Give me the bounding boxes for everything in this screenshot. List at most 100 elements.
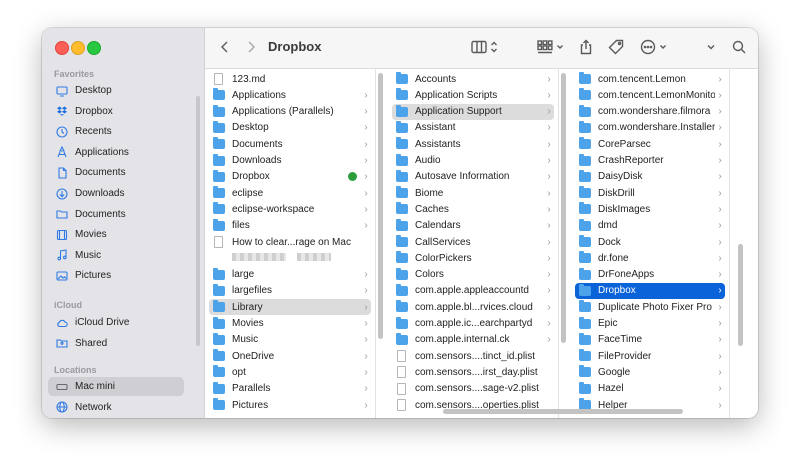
chevron-right-icon: ›: [547, 138, 551, 150]
sidebar-item-shared[interactable]: Shared: [48, 334, 184, 353]
sidebar-item-movies[interactable]: Movies: [48, 225, 184, 244]
folder-icon: [395, 186, 409, 199]
file-row[interactable]: Desktop ›: [209, 120, 371, 136]
file-row[interactable]: com.sensors....irst_day.plist: [392, 364, 554, 380]
column-1-scrollbar[interactable]: [378, 73, 383, 339]
sidebar-item-documents[interactable]: Documents: [48, 163, 184, 182]
file-row[interactable]: Documents ›: [209, 136, 371, 152]
file-row[interactable]: Autosave Information ›: [392, 169, 554, 185]
overflow-button[interactable]: [704, 37, 718, 57]
sidebar-item-pictures[interactable]: Pictures: [48, 266, 184, 285]
file-row[interactable]: Epic ›: [575, 316, 725, 332]
file-row[interactable]: Accounts ›: [392, 71, 554, 87]
file-row[interactable]: Assistant ›: [392, 120, 554, 136]
sidebar-item-network[interactable]: Network: [48, 398, 184, 417]
more-actions-button[interactable]: [638, 37, 668, 57]
view-mode-button[interactable]: [467, 37, 501, 57]
sidebar-item-label: iCloud Drive: [75, 317, 130, 328]
file-row[interactable]: com.apple.appleaccountd ›: [392, 283, 554, 299]
horizontal-scrollbar[interactable]: [443, 409, 683, 414]
file-row[interactable]: CoreParsec ›: [575, 136, 725, 152]
sidebar-item-documents[interactable]: Documents: [48, 205, 184, 224]
file-row[interactable]: Caches ›: [392, 201, 554, 217]
column-1[interactable]: 123.md Applications › Applications (Paralle…: [205, 69, 376, 418]
file-row[interactable]: files ›: [209, 218, 371, 234]
file-row[interactable]: Pictures ›: [209, 397, 371, 413]
file-row[interactable]: CallServices ›: [392, 234, 554, 250]
file-row[interactable]: largefiles ›: [209, 283, 371, 299]
file-row[interactable]: Google ›: [575, 364, 725, 380]
file-row[interactable]: opt ›: [209, 364, 371, 380]
file-row[interactable]: Applications ›: [209, 87, 371, 103]
file-row[interactable]: FaceTime ›: [575, 332, 725, 348]
tags-button[interactable]: [607, 37, 625, 57]
column-2[interactable]: Accounts › Application Scripts › Application…: [388, 69, 559, 418]
forward-button[interactable]: [243, 37, 259, 57]
file-row[interactable]: Duplicate Photo Fixer Pro ›: [575, 299, 725, 315]
file-row[interactable]: 123.md: [209, 71, 371, 87]
file-row[interactable]: DaisyDisk ›: [575, 169, 725, 185]
sidebar-item-recents[interactable]: Recents: [48, 122, 184, 141]
group-by-button[interactable]: [535, 37, 565, 57]
file-row[interactable]: Dropbox ›: [575, 282, 725, 299]
file-row[interactable]: Applications (Parallels) ›: [209, 104, 371, 120]
file-row[interactable]: Dropbox ›: [209, 169, 371, 185]
file-row[interactable]: eclipse ›: [209, 185, 371, 201]
file-row[interactable]: Colors ›: [392, 267, 554, 283]
file-row[interactable]: OneDrive ›: [209, 348, 371, 364]
file-row[interactable]: com.tencent.Lemon ›: [575, 71, 725, 87]
file-row[interactable]: CrashReporter ›: [575, 153, 725, 169]
file-row[interactable]: [209, 250, 371, 266]
search-button[interactable]: [730, 37, 748, 57]
file-row[interactable]: com.apple.bl...rvices.cloud ›: [392, 299, 554, 315]
file-row[interactable]: dr.fone ›: [575, 250, 725, 266]
zoom-window-button[interactable]: [87, 41, 101, 55]
file-row[interactable]: DrFoneApps ›: [575, 267, 725, 283]
file-row[interactable]: Downloads ›: [209, 153, 371, 169]
file-row[interactable]: FileProvider ›: [575, 348, 725, 364]
chevron-right-icon: ›: [364, 318, 368, 329]
file-row[interactable]: com.apple.internal.ck ›: [392, 332, 554, 348]
file-row[interactable]: ColorPickers ›: [392, 250, 554, 266]
sidebar-item-applications[interactable]: Applications: [48, 143, 184, 162]
file-row[interactable]: Movies ›: [209, 316, 371, 332]
file-row[interactable]: com.wondershare.filmora ›: [575, 104, 725, 120]
sidebar-item-icloud-drive[interactable]: iCloud Drive: [48, 313, 184, 332]
file-row[interactable]: Library ›: [209, 299, 371, 316]
column-2-scrollbar[interactable]: [561, 73, 566, 343]
file-row[interactable]: Application Scripts ›: [392, 87, 554, 103]
file-row[interactable]: DiskImages ›: [575, 201, 725, 217]
file-row[interactable]: Dock ›: [575, 234, 725, 250]
sidebar-scrollbar[interactable]: [196, 96, 200, 346]
column-3-scrollbar[interactable]: [738, 244, 743, 346]
file-row[interactable]: Parallels ›: [209, 381, 371, 397]
file-row[interactable]: Audio ›: [392, 153, 554, 169]
file-row[interactable]: com.sensors....sage-v2.plist: [392, 381, 554, 397]
file-row[interactable]: DiskDrill ›: [575, 185, 725, 201]
file-row[interactable]: com.wondershare.Installer ›: [575, 120, 725, 136]
file-row[interactable]: com.apple.ic...earchpartyd ›: [392, 316, 554, 332]
file-row[interactable]: Music ›: [209, 332, 371, 348]
share-button[interactable]: [577, 37, 595, 57]
file-row[interactable]: Biome ›: [392, 185, 554, 201]
file-name: Music: [232, 334, 259, 346]
file-row[interactable]: Assistants ›: [392, 136, 554, 152]
file-row[interactable]: How to clear...rage on Mac: [209, 234, 371, 250]
file-row[interactable]: Hazel ›: [575, 381, 725, 397]
sidebar-item-music[interactable]: Music: [48, 246, 184, 265]
file-row[interactable]: dmd ›: [575, 218, 725, 234]
file-row[interactable]: com.sensors....tinct_id.plist: [392, 348, 554, 364]
back-button[interactable]: [217, 37, 233, 57]
sidebar-item-dropbox[interactable]: Dropbox: [48, 102, 184, 121]
file-row[interactable]: eclipse-workspace ›: [209, 201, 371, 217]
sidebar-item-mac-mini[interactable]: Mac mini: [48, 377, 184, 396]
file-row[interactable]: Application Support ›: [392, 103, 554, 120]
sidebar-item-desktop[interactable]: Desktop: [48, 81, 184, 100]
close-window-button[interactable]: [55, 41, 69, 55]
minimize-window-button[interactable]: [71, 41, 85, 55]
file-row[interactable]: Calendars ›: [392, 218, 554, 234]
file-row[interactable]: large ›: [209, 267, 371, 283]
column-3[interactable]: com.tencent.Lemon › com.tencent.LemonMonit…: [571, 69, 730, 418]
file-row[interactable]: com.tencent.LemonMonitor ›: [575, 87, 725, 103]
sidebar-item-downloads[interactable]: Downloads: [48, 184, 184, 203]
